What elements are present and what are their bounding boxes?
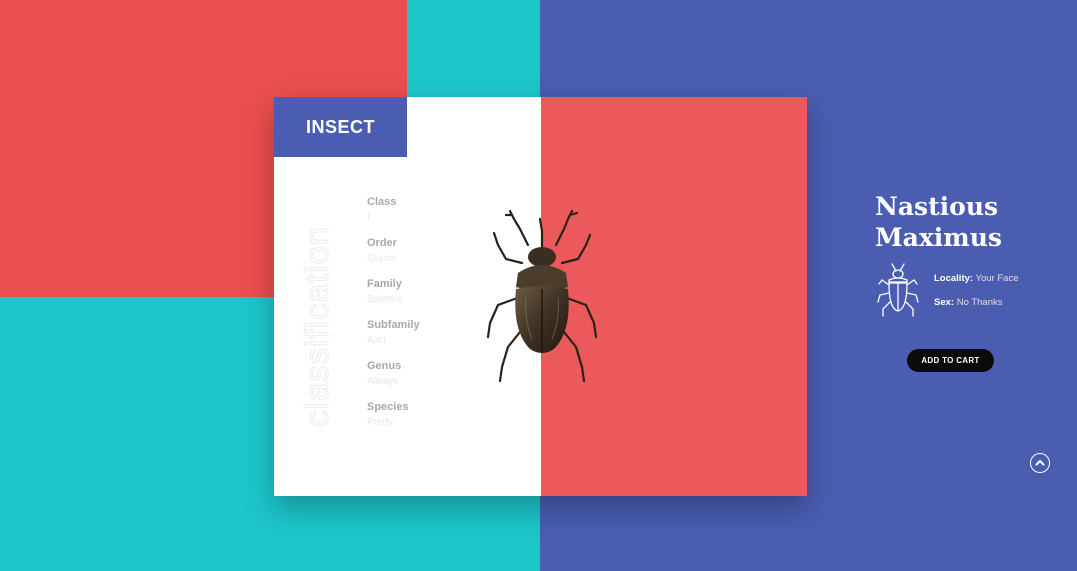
classification-key: Order — [367, 237, 397, 249]
classification-list: Class I Order Guess Family Science Subfa… — [367, 195, 420, 441]
product-meta: Locality: Your Face Sex: No Thanks — [934, 273, 1019, 321]
locality-label: Locality: — [934, 273, 974, 284]
classification-key: Species — [367, 401, 409, 413]
classification-key: Family — [367, 278, 402, 290]
classification-value: I — [367, 212, 370, 223]
classification-item-genus: Genus Always — [367, 359, 420, 400]
product-title-line2: Maximus — [875, 223, 1002, 252]
classification-item-order: Order Guess — [367, 236, 420, 277]
sex-row: Sex: No Thanks — [934, 297, 1019, 308]
classification-value: Guess — [367, 253, 396, 264]
classification-item-class: Class I — [367, 195, 420, 236]
classification-item-species: Species Pretty — [367, 400, 420, 441]
classification-item-subfamily: Subfamily Ain't — [367, 318, 420, 359]
classification-value: Ain't — [367, 335, 387, 346]
classification-value: Pretty — [367, 417, 394, 428]
classification-heading: classification — [298, 225, 336, 427]
locality-row: Locality: Your Face — [934, 273, 1019, 284]
category-badge: INSECT — [274, 97, 407, 157]
classification-value: Science — [367, 294, 403, 305]
classification-key: Genus — [367, 360, 402, 372]
chevron-up-circle-icon — [1035, 460, 1045, 466]
classification-item-family: Family Science — [367, 277, 420, 318]
product-card: INSECT classification Class I Order Gues… — [274, 97, 1050, 496]
sex-label: Sex: — [934, 297, 955, 308]
locality-value: Your Face — [975, 273, 1019, 284]
scroll-up-button[interactable] — [1030, 453, 1050, 473]
classification-key: Class — [367, 196, 397, 208]
product-title-line1: Nastious — [875, 192, 999, 221]
add-to-cart-button[interactable]: ADD TO CART — [907, 349, 994, 372]
rhinoceros-beetle-photo — [486, 209, 598, 383]
product-title: Nastious Maximus — [875, 191, 1065, 253]
classification-key: Subfamily — [367, 319, 420, 331]
sex-value: No Thanks — [956, 297, 1003, 308]
classification-value: Always — [367, 376, 399, 387]
beetle-outline-icon — [877, 263, 919, 317]
